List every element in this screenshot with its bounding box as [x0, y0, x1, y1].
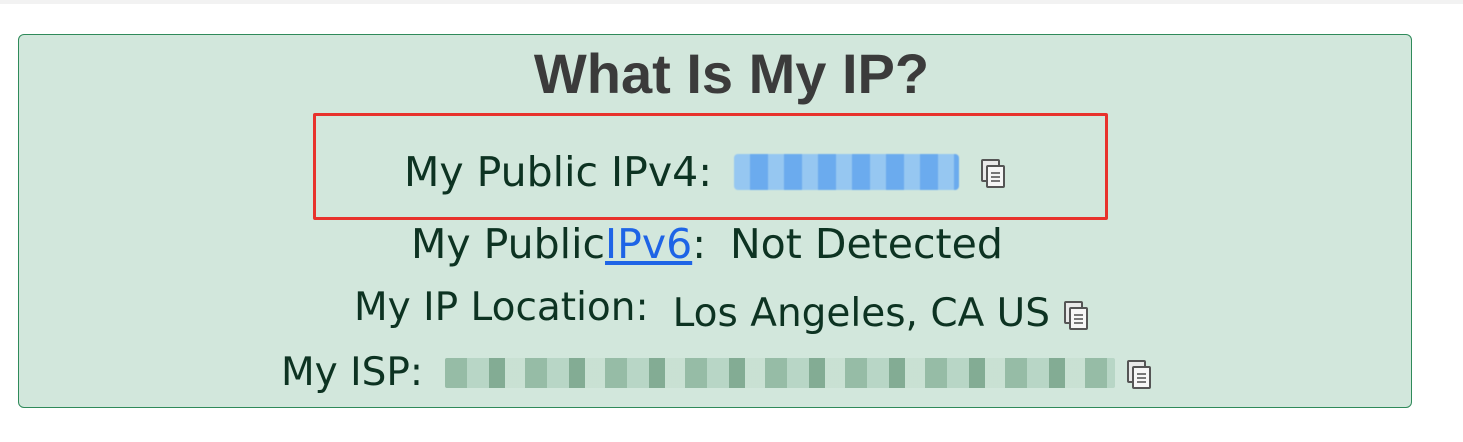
ipv6-label-colon: :: [692, 220, 707, 268]
isp-value-redacted[interactable]: [445, 357, 1116, 388]
ipv6-row: My Public IPv6 : Not Detected: [411, 220, 1003, 268]
ipv6-value: Not Detected: [730, 220, 1003, 268]
location-label: My IP Location:: [354, 285, 649, 330]
isp-label: My ISP:: [281, 350, 424, 395]
ipv6-label-prefix: My Public: [411, 220, 606, 268]
highlight-box: [313, 113, 1108, 220]
location-row: My IP Location: Los Angeles, CA US: [354, 285, 1088, 336]
top-bar: [0, 0, 1463, 4]
page-title: What Is My IP?: [533, 42, 930, 105]
isp-row: My ISP:: [281, 350, 1152, 395]
copy-icon[interactable]: [1063, 300, 1088, 330]
location-value: Los Angeles, CA US: [672, 291, 1050, 336]
ipv6-link[interactable]: IPv6: [605, 220, 692, 268]
copy-icon[interactable]: [1127, 359, 1152, 389]
